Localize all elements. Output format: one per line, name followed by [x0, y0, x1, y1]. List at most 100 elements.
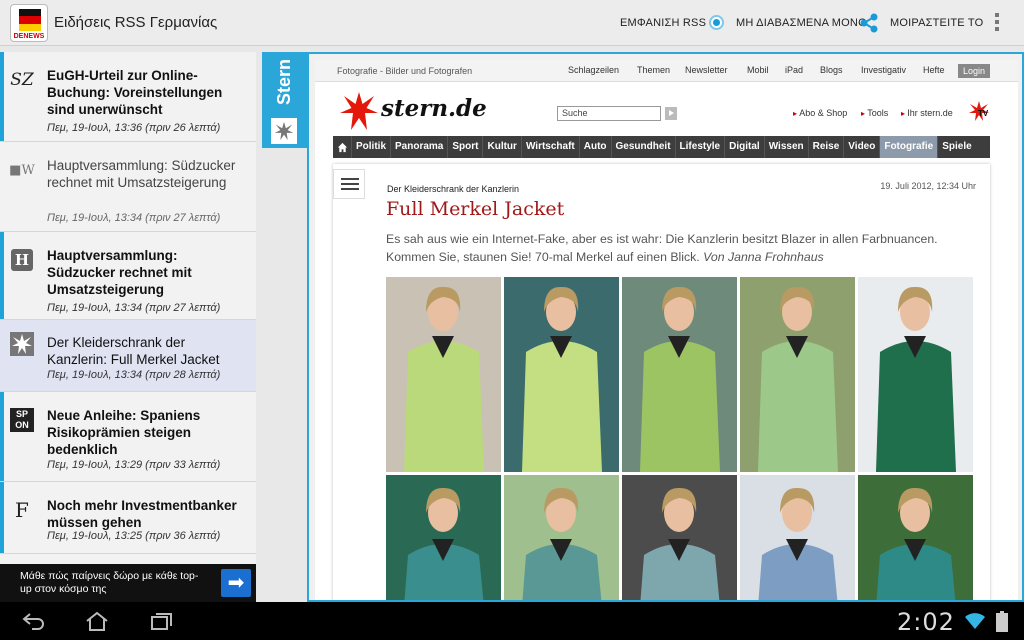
nav-lifestyle[interactable]: Lifestyle [674, 136, 725, 158]
header-link-tools[interactable]: Tools [861, 108, 888, 118]
toplink-ipad[interactable]: iPad [785, 65, 803, 75]
header-link-ihr-stern[interactable]: Ihr stern.de [901, 108, 953, 118]
home-nav-icon[interactable] [84, 611, 110, 631]
germany-flag-icon [19, 9, 41, 31]
article-date: 19. Juli 2012, 12:34 Uhr [880, 181, 976, 191]
photo-gallery [386, 277, 976, 600]
rtl-logo-icon: TV [969, 101, 989, 121]
item-date: Πεμ, 19-Ιουλ, 13:34 (πριν 27 λεπτά) [47, 212, 221, 224]
nav-fotografie[interactable]: Fotografie [879, 136, 938, 158]
wifi-icon [965, 613, 985, 629]
toplink-mobil[interactable]: Mobil [747, 65, 769, 75]
toplink-schlagzeilen[interactable]: Schlagzeilen [568, 65, 619, 75]
gallery-photo[interactable] [386, 475, 501, 600]
radio-icon[interactable] [709, 15, 724, 30]
welt-source-icon: ■W [9, 162, 35, 178]
gallery-photo[interactable] [740, 277, 855, 472]
article-headline[interactable]: Full Merkel Jacket [386, 198, 564, 220]
share-icon[interactable] [858, 12, 880, 34]
list-item[interactable]: SP ON Neue Anleihe: Spaniens Risikoprämi… [0, 392, 256, 482]
ad-banner[interactable]: Μάθε πώς παίρνεις δώρο με κάθε top-up στ… [0, 564, 256, 602]
nav-politik[interactable]: Politik [351, 136, 390, 158]
battery-icon [996, 611, 1008, 632]
show-rss-button[interactable]: ΕΜΦΑΝΙΣΗ RSS [620, 0, 706, 46]
list-item[interactable]: Der Kleiderschrank der Kanzlerin: Full M… [0, 320, 256, 392]
login-button[interactable]: Login [958, 64, 990, 78]
article-kicker: Der Kleiderschrank der Kanzlerin [387, 184, 520, 194]
item-title: EuGH-Urteil zur Online-Buchung: Voreinst… [47, 68, 223, 117]
teaser-text: Es sah aus wie ein Internet-Fake, aber e… [386, 232, 938, 264]
list-item[interactable]: SZ EuGH-Urteil zur Online-Buchung: Vorei… [0, 52, 256, 142]
gallery-photo[interactable] [504, 277, 619, 472]
item-title: Noch mehr Investmentbanker müssen gehen [47, 498, 237, 530]
gallery-photo[interactable] [386, 277, 501, 472]
toplink-hefte[interactable]: Hefte [923, 65, 945, 75]
unread-only-button[interactable]: ΜΗ ΔΙΑΒΑΣΜΕΝΑ ΜΟΝΟ [736, 0, 867, 46]
toplink-themen[interactable]: Themen [637, 65, 670, 75]
item-date: Πεμ, 19-Ιουλ, 13:34 (πριν 27 λεπτά) [47, 302, 221, 314]
faz-source-icon: F [15, 498, 29, 522]
item-title: Der Kleiderschrank der Kanzlerin: Full M… [47, 335, 220, 367]
overflow-menu-icon[interactable] [994, 13, 1000, 33]
app-icon[interactable]: DENEWS [10, 4, 48, 42]
sz-source-icon: SZ [10, 70, 34, 90]
nav-auto[interactable]: Auto [578, 136, 611, 158]
web-top-strip: Fotografie - Bilder und Fotografen Schla… [315, 60, 1018, 82]
article-teaser: Es sah aus wie ein Internet-Fake, aber e… [386, 230, 976, 266]
toplink-investigativ[interactable]: Investigativ [861, 65, 906, 75]
gallery-photo[interactable] [858, 277, 973, 472]
item-title: Hauptversammlung: Südzucker rechnet mit … [47, 248, 192, 297]
gallery-photo[interactable] [622, 277, 737, 472]
nav-wirtschaft[interactable]: Wirtschaft [520, 136, 579, 158]
stern-star-icon [339, 90, 379, 132]
app-icon-label: DENEWS [13, 33, 45, 40]
svg-text:TV: TV [978, 109, 989, 118]
nav-video[interactable]: Video [843, 136, 879, 158]
toplink-newsletter[interactable]: Newsletter [685, 65, 728, 75]
arrow-right-icon[interactable]: ➡ [221, 569, 251, 597]
logo-text: stern.de [381, 95, 487, 122]
item-title: Hauptversammlung: Südzucker rechnet mit … [47, 158, 236, 190]
nav-gesundheit[interactable]: Gesundheit [610, 136, 675, 158]
web-page: Fotografie - Bilder und Fotografen Schla… [315, 60, 1018, 600]
home-icon[interactable] [333, 136, 351, 158]
share-button[interactable]: ΜΟΙΡΑΣΤΕΙΤΕ ΤΟ [890, 0, 983, 46]
header-link-abo-shop[interactable]: Abo & Shop [793, 108, 847, 118]
nav-digital[interactable]: Digital [724, 136, 764, 158]
nav-reise[interactable]: Reise [807, 136, 844, 158]
list-item[interactable]: ■W Hauptversammlung: Südzucker rechnet m… [0, 142, 256, 232]
stern-star-icon [10, 332, 34, 356]
web-breadcrumb: Fotografie - Bilder und Fotografen [337, 66, 473, 76]
web-search-input[interactable]: Suche [557, 106, 661, 121]
stern-star-icon [271, 118, 297, 144]
item-date: Πεμ, 19-Ιουλ, 13:34 (πριν 28 λεπτά) [47, 369, 221, 381]
nav-panorama[interactable]: Panorama [390, 136, 447, 158]
ad-text: Μάθε πώς παίρνεις δώρο με κάθε top-up στ… [20, 570, 199, 595]
web-view[interactable]: Fotografie - Bilder und Fotografen Schla… [307, 52, 1024, 602]
search-go-icon[interactable] [665, 107, 677, 120]
gallery-photo[interactable] [504, 475, 619, 600]
nav-kultur[interactable]: Kultur [482, 136, 520, 158]
spiegel-online-source-icon: SP ON [10, 408, 34, 432]
toplink-blogs[interactable]: Blogs [820, 65, 843, 75]
system-nav-bar: 2:02 [0, 602, 1024, 640]
list-item[interactable]: H Hauptversammlung: Südzucker rechnet mi… [0, 232, 256, 320]
recent-apps-icon[interactable] [148, 611, 174, 631]
item-date: Πεμ, 19-Ιουλ, 13:36 (πριν 26 λεπτά) [47, 122, 221, 134]
gallery-photo[interactable] [622, 475, 737, 600]
app-root: DENEWS Ειδήσεις RSS Γερμανίας ΕΜΦΑΝΙΣΗ R… [0, 0, 1024, 640]
list-item[interactable]: F Noch mehr Investmentbanker müssen gehe… [0, 482, 256, 554]
gallery-photo[interactable] [858, 475, 973, 600]
source-tab-stern[interactable]: Stern [262, 52, 307, 148]
nav-sport[interactable]: Sport [447, 136, 482, 158]
app-title: Ειδήσεις RSS Γερμανίας [54, 14, 218, 31]
hamburger-menu-icon[interactable] [333, 169, 365, 199]
web-nav-bar: Politik Panorama Sport Kultur Wirtschaft… [333, 136, 990, 158]
action-bar: DENEWS Ειδήσεις RSS Γερμανίας ΕΜΦΑΝΙΣΗ R… [0, 0, 1024, 46]
gallery-photo[interactable] [740, 475, 855, 600]
nav-spiele[interactable]: Spiele [937, 136, 975, 158]
nav-wissen[interactable]: Wissen [763, 136, 808, 158]
stern-logo[interactable]: stern.de [339, 90, 519, 132]
handelsblatt-source-icon: H [10, 248, 34, 272]
back-icon[interactable] [20, 611, 46, 631]
